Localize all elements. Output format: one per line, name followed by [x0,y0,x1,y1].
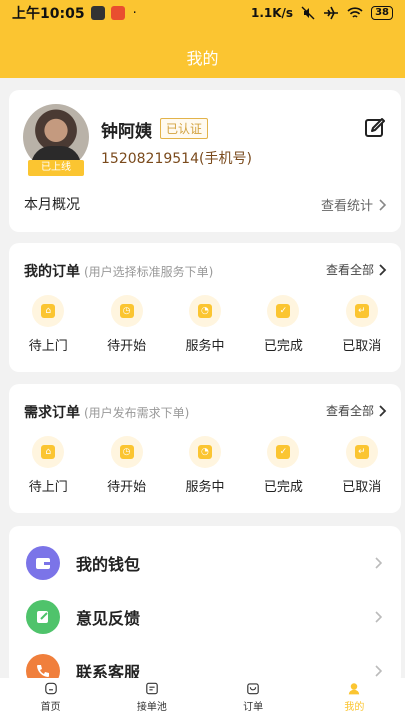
tab-label: 接单池 [136,702,167,713]
my-orders-title-text: 我的订单 [24,264,80,280]
order-status-completed[interactable]: ✓ 已完成 [244,295,322,354]
network-speed: 1.1K/s [250,6,294,20]
tab-label: 我的 [344,702,365,713]
cancelled-icon: ↵ [345,436,378,468]
chevron-right-icon [375,611,383,623]
wallet-icon [26,546,60,580]
edit-icon[interactable] [363,116,387,140]
order-status-label: 待开始 [107,339,147,354]
tab-home[interactable]: 首页 [0,678,101,713]
bottom-tab-bar: 首页 接单池 订单 我的 [0,678,405,713]
chevron-right-icon [379,263,387,276]
completed-icon: ✓ [267,295,300,327]
menu-item-wallet[interactable]: 我的钱包 [9,536,401,590]
demand-orders-title: 需求订单 (用户发布需求下单) [24,402,189,422]
order-pool-icon [146,682,158,695]
view-all-label: 查看全部 [325,404,374,418]
status-time: 上午10:05 [12,6,85,22]
my-orders-view-all[interactable]: 查看全部 [326,261,387,278]
order-status-label: 已取消 [342,480,382,495]
chevron-right-icon [375,557,383,569]
doorstep-icon: ⌂ [32,295,65,327]
profile-icon [349,683,360,695]
tab-order-pool[interactable]: 接单池 [101,678,202,713]
cancelled-icon: ↵ [345,295,378,327]
start-icon: ◷ [110,295,143,327]
mute-icon [301,6,315,20]
start-icon: ◷ [110,436,143,468]
demand-status-doorstep[interactable]: ⌂ 待上门 [9,436,87,495]
order-status-label: 服务中 [185,339,225,354]
demand-status-completed[interactable]: ✓ 已完成 [244,436,322,495]
order-status-label: 待上门 [28,480,68,495]
demand-status-cancelled[interactable]: ↵ 已取消 [323,436,401,495]
in-service-icon: ◔ [188,436,221,468]
demand-orders-title-text: 需求订单 [24,405,80,421]
menu-item-label: 意见反馈 [76,609,141,628]
tab-label: 订单 [243,702,264,713]
online-badge: 已上线 [28,160,84,176]
feedback-icon [26,600,60,634]
month-overview-label: 本月概况 [24,197,80,213]
orders-icon [247,683,259,695]
demand-orders-card: 需求订单 (用户发布需求下单) 查看全部 ⌂ 待上门 ◷ 待开始 ◔ 服务中 ✓ … [9,384,401,513]
tab-label: 首页 [40,702,61,713]
certified-badge: 已认证 [160,118,209,139]
more-notifications-icon: · [132,5,137,21]
menu-item-feedback[interactable]: 意见反馈 [9,590,401,644]
doorstep-icon: ⌂ [32,436,65,468]
order-status-label: 待上门 [28,339,68,354]
my-orders-card: 我的订单 (用户选择标准服务下单) 查看全部 ⌂ 待上门 ◷ 待开始 ◔ 服务中 … [9,243,401,372]
demand-orders-view-all[interactable]: 查看全部 [326,402,387,419]
menu-card: 我的钱包 意见反馈 联系客服 [9,526,401,686]
airplane-icon [324,6,339,20]
order-status-doorstep[interactable]: ⌂ 待上门 [9,295,87,354]
view-all-label: 查看全部 [325,263,374,277]
order-status-label: 待开始 [107,480,147,495]
status-bar: 上午10:05 · 1.1K/s 38 [0,0,405,26]
order-status-label: 已取消 [342,339,382,354]
view-stats-label: 查看统计 [320,199,373,214]
chevron-right-icon [379,198,387,211]
order-status-pending-start[interactable]: ◷ 待开始 [87,295,165,354]
demand-orders-note: (用户发布需求下单) [84,406,190,420]
view-stats-link[interactable]: 查看统计 [321,195,387,214]
page-title: 我的 [186,49,219,68]
my-orders-title: 我的订单 (用户选择标准服务下单) [24,261,213,281]
user-phone: 15208219514(手机号) [101,151,252,167]
app-notification-icon [90,6,105,20]
order-status-label: 服务中 [185,480,225,495]
order-status-label: 已完成 [263,480,303,495]
user-name: 钟阿姨 [101,122,152,142]
chevron-right-icon [379,404,387,417]
completed-icon: ✓ [267,436,300,468]
tab-orders[interactable]: 订单 [203,678,304,713]
my-orders-note: (用户选择标准服务下单) [84,265,214,279]
order-status-cancelled[interactable]: ↵ 已取消 [323,295,401,354]
profile-card: 已上线 钟阿姨 已认证 15208219514(手机号) 本月概况 查看统计 [9,90,401,232]
demand-status-in-service[interactable]: ◔ 服务中 [166,436,244,495]
tab-profile[interactable]: 我的 [304,678,405,713]
demand-status-pending-start[interactable]: ◷ 待开始 [87,436,165,495]
order-status-in-service[interactable]: ◔ 服务中 [166,295,244,354]
wifi-icon [347,7,363,18]
in-service-icon: ◔ [188,295,221,327]
battery-icon: 38 [371,6,393,20]
menu-item-label: 我的钱包 [76,555,141,574]
app-notification-icon [110,6,125,20]
home-icon [44,682,57,695]
order-status-label: 已完成 [263,339,303,354]
chevron-right-icon [375,665,383,677]
